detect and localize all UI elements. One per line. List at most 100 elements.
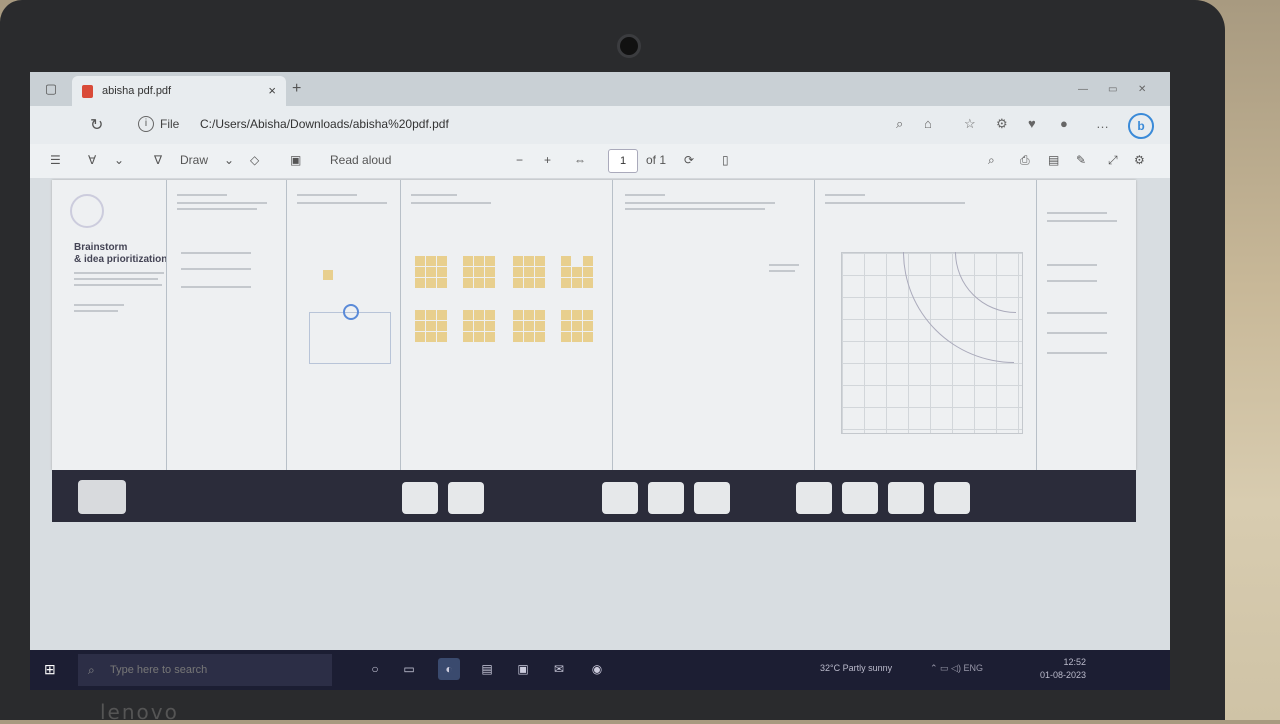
template-thumbnail-strip xyxy=(52,470,1136,522)
highlight-icon[interactable]: ∀ xyxy=(88,153,96,167)
text-line xyxy=(825,194,865,196)
taskbar-search-input[interactable]: ⌕ Type here to search xyxy=(78,654,332,686)
sticky-note xyxy=(323,270,333,280)
zoom-icon[interactable]: ⌕ xyxy=(896,116,903,132)
thumbnail xyxy=(934,482,970,514)
thumbnail xyxy=(796,482,832,514)
frame-define-problem xyxy=(286,180,401,470)
more-options-icon[interactable]: … xyxy=(1096,116,1109,131)
text-line xyxy=(769,270,795,272)
text-line xyxy=(769,264,799,266)
screen: ▢ abisha pdf.pdf × + — ▭ ✕ ↻ i File C:/U… xyxy=(30,72,1170,690)
address-label: File xyxy=(160,117,180,131)
text-line xyxy=(1047,280,1097,282)
laptop-brand-logo: lenovo xyxy=(100,700,179,724)
url-field[interactable]: C:/Users/Abisha/Downloads/abisha%20pdf.p… xyxy=(200,117,449,131)
profile-icon[interactable]: ● xyxy=(1060,116,1068,131)
read-aloud-button[interactable]: Read aloud xyxy=(330,153,391,167)
zoom-in-button[interactable]: + xyxy=(544,153,551,167)
clock[interactable]: 12:52 01-08-2023 xyxy=(1040,656,1086,682)
close-tab-icon[interactable]: × xyxy=(268,83,276,98)
new-tab-button[interactable]: + xyxy=(292,80,301,98)
text-line xyxy=(181,268,251,270)
text-line xyxy=(181,252,251,254)
text-line xyxy=(411,202,491,204)
pdf-page: Brainstorm & idea prioritization xyxy=(52,180,1136,470)
tab-bar: ▢ abisha pdf.pdf × + — ▭ ✕ xyxy=(30,72,1170,106)
laptop-bezel: ▢ abisha pdf.pdf × + — ▭ ✕ ↻ i File C:/U… xyxy=(0,0,1225,720)
fit-page-icon[interactable]: ⇔ xyxy=(574,153,586,167)
start-windows-icon[interactable]: ⊞ xyxy=(44,662,58,676)
chevron-down-icon[interactable]: ⌄ xyxy=(224,153,234,167)
target-icon xyxy=(343,304,359,320)
rotate-icon[interactable]: ⟳ xyxy=(684,153,694,167)
address-bar: ↻ i File C:/Users/Abisha/Downloads/abish… xyxy=(30,106,1170,144)
thumbnail xyxy=(602,482,638,514)
mail-icon[interactable]: ✉ xyxy=(548,658,570,680)
close-window-icon[interactable]: ✕ xyxy=(1138,84,1146,95)
thumbnail xyxy=(402,482,438,514)
save-icon[interactable]: ▤ xyxy=(1048,153,1059,167)
text-line xyxy=(625,194,665,196)
document-hero-title: Brainstorm & idea prioritization xyxy=(74,242,168,265)
browser-tab[interactable]: abisha pdf.pdf × xyxy=(72,76,286,106)
thumbnail xyxy=(694,482,730,514)
draw-icon[interactable]: ∇ xyxy=(154,153,162,167)
text-line xyxy=(177,202,267,204)
search-icon: ⌕ xyxy=(88,663,95,677)
text-line xyxy=(1047,312,1107,314)
text-line xyxy=(1047,220,1117,222)
erase-icon[interactable]: ◇ xyxy=(250,153,259,167)
save-as-icon[interactable]: ✎ xyxy=(1076,153,1086,167)
frame-before-you-collaborate xyxy=(166,180,287,470)
read-mode-icon[interactable]: ⌂ xyxy=(924,116,932,131)
text-line xyxy=(1047,212,1107,214)
search-placeholder: Type here to search xyxy=(110,664,208,676)
text-line xyxy=(74,310,118,312)
refresh-icon[interactable]: ↻ xyxy=(90,115,103,135)
favorite-icon[interactable]: ☆ xyxy=(964,116,976,132)
file-explorer-icon[interactable]: ▤ xyxy=(476,658,498,680)
template-logo xyxy=(70,194,104,228)
draw-button[interactable]: Draw xyxy=(180,153,208,167)
contents-icon[interactable]: ☰ xyxy=(50,153,61,167)
minimize-icon[interactable]: — xyxy=(1078,84,1088,95)
cortana-icon[interactable]: ○ xyxy=(364,658,386,680)
text-line xyxy=(297,194,357,196)
page-view-icon[interactable]: ▯ xyxy=(722,153,729,167)
maximize-icon[interactable]: ▭ xyxy=(1108,84,1117,95)
taskbar: ⊞ ⌕ Type here to search ○ ▭ ◐ ▤ ▣ ✉ ◉ 32… xyxy=(30,650,1170,690)
settings-gear-icon[interactable]: ⚙ xyxy=(1134,153,1145,167)
text-line xyxy=(625,208,765,210)
weather-widget[interactable]: 32°C Partly sunny xyxy=(820,663,892,673)
thumbnail xyxy=(78,480,126,514)
fullscreen-icon[interactable]: ⤢ xyxy=(1108,153,1118,168)
thumbnail xyxy=(448,482,484,514)
task-view-icon[interactable]: ▭ xyxy=(398,658,420,680)
text-line xyxy=(74,278,158,280)
zoom-out-button[interactable]: − xyxy=(516,153,523,167)
text-line xyxy=(177,194,227,196)
search-icon[interactable]: ⌕ xyxy=(988,153,995,168)
system-tray-icons[interactable]: ⌃ ▭ ◁) ENG xyxy=(930,663,983,674)
tab-actions-icon[interactable]: ▢ xyxy=(42,80,60,98)
edge-icon[interactable]: ◐ xyxy=(438,658,460,680)
text-line xyxy=(825,202,965,204)
thumbnail xyxy=(842,482,878,514)
tab-title: abisha pdf.pdf xyxy=(102,85,172,97)
pdf-canvas: Brainstorm & idea prioritization xyxy=(30,178,1170,690)
store-icon[interactable]: ▣ xyxy=(512,658,534,680)
print-icon[interactable]: ⎙ xyxy=(1020,153,1030,168)
extensions-icon[interactable]: ⚙ xyxy=(996,116,1008,132)
info-icon[interactable]: i xyxy=(138,116,154,132)
page-number-input[interactable]: 1 xyxy=(608,149,638,173)
chrome-icon[interactable]: ◉ xyxy=(586,658,608,680)
text-icon[interactable]: ▣ xyxy=(290,153,301,167)
chevron-down-icon[interactable]: ⌄ xyxy=(114,153,124,167)
webcam xyxy=(617,34,641,58)
browser-essentials-icon[interactable]: ♥ xyxy=(1028,116,1036,131)
bing-icon[interactable]: b xyxy=(1128,113,1154,139)
text-line xyxy=(181,286,251,288)
text-line xyxy=(625,202,775,204)
text-line xyxy=(177,208,257,210)
